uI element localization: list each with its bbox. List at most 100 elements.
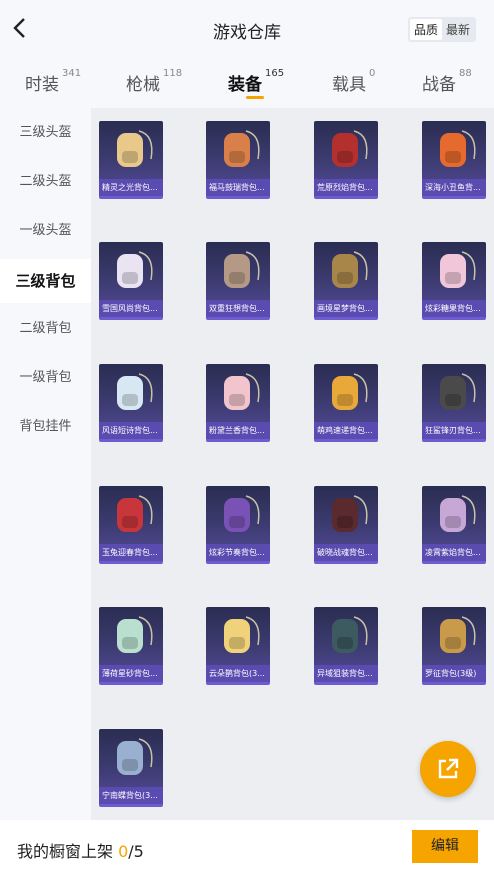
backpack-icon	[332, 251, 368, 288]
item-card-base	[206, 196, 270, 199]
item-thumbnail	[206, 607, 270, 667]
item-name: 狂鲨锋刃背包...	[422, 422, 486, 439]
item-name: 双重狂想背包...	[206, 300, 270, 317]
showcase-count: 我的橱窗上架 0/5	[17, 842, 144, 861]
edit-button[interactable]: 编辑	[412, 830, 478, 863]
item-thumbnail	[314, 242, 378, 302]
tab-guns[interactable]: 枪械118	[126, 68, 182, 95]
item-card-base	[99, 439, 163, 442]
item-name: 炫彩糖果背包...	[422, 300, 486, 317]
item-name: 云朵鹊背包(3...	[206, 665, 270, 682]
item-card[interactable]: 玉兔迎春背包...	[99, 486, 163, 564]
backpack-icon	[117, 738, 153, 775]
item-card-base	[422, 317, 486, 320]
category-tabs: 时装341 枪械118 装备165 载具0 战备88	[0, 58, 494, 108]
item-card[interactable]: 精灵之光背包...	[99, 121, 163, 199]
item-card[interactable]: 破晓战魂背包...	[314, 486, 378, 564]
item-card[interactable]: 粉黛兰香背包...	[206, 364, 270, 442]
item-card[interactable]: 异域狙装背包...	[314, 607, 378, 685]
item-name: 宁南蝶背包(3...	[99, 787, 163, 804]
item-name: 精灵之光背包...	[99, 179, 163, 196]
item-name: 福马鼓瑞背包...	[206, 179, 270, 196]
backpack-icon	[440, 616, 476, 653]
item-card[interactable]: 狂鲨锋刃背包...	[422, 364, 486, 442]
item-card[interactable]: 凌霄紫焰背包...	[422, 486, 486, 564]
backpack-icon	[117, 495, 153, 532]
sidebar-item-backpack-3[interactable]: 三级背包	[0, 259, 91, 303]
item-card[interactable]: 炫彩节奏背包...	[206, 486, 270, 564]
item-name: 风语短诗背包...	[99, 422, 163, 439]
sort-newest-button[interactable]: 最新	[442, 19, 474, 40]
backpack-icon	[440, 373, 476, 410]
item-thumbnail	[314, 121, 378, 181]
share-external-icon	[438, 758, 459, 779]
backpack-icon	[117, 616, 153, 653]
item-card-base	[314, 196, 378, 199]
sort-toggle: 品质 最新	[407, 17, 476, 42]
item-card-base	[422, 682, 486, 685]
backpack-icon	[224, 130, 260, 167]
item-card[interactable]: 雪国风尚背包...	[99, 242, 163, 320]
backpack-icon	[224, 616, 260, 653]
item-card[interactable]: 画境星梦背包...	[314, 242, 378, 320]
item-card-base	[206, 561, 270, 564]
item-card-base	[314, 317, 378, 320]
tab-equipment[interactable]: 装备165	[228, 68, 284, 95]
item-card[interactable]: 福马鼓瑞背包...	[206, 121, 270, 199]
item-card-base	[99, 561, 163, 564]
backpack-icon	[224, 495, 260, 532]
tab-fashion[interactable]: 时装341	[25, 68, 81, 95]
item-thumbnail	[99, 242, 163, 302]
item-thumbnail	[99, 364, 163, 424]
item-thumbnail	[99, 121, 163, 181]
tab-supplies[interactable]: 战备88	[422, 68, 472, 95]
backpack-icon	[440, 251, 476, 288]
item-card[interactable]: 罗征背包(3级)	[422, 607, 486, 685]
item-card[interactable]: 薄荷星砂背包...	[99, 607, 163, 685]
item-card[interactable]: 萌鸡速递背包...	[314, 364, 378, 442]
item-name: 凌霄紫焰背包...	[422, 544, 486, 561]
header: 游戏仓库 品质 最新	[0, 0, 494, 58]
item-card-base	[99, 682, 163, 685]
backpack-icon	[332, 495, 368, 532]
tab-vehicles[interactable]: 载具0	[332, 68, 375, 95]
item-name: 玉兔迎春背包...	[99, 544, 163, 561]
item-thumbnail	[206, 121, 270, 181]
item-card-base	[99, 317, 163, 320]
item-card[interactable]: 云朵鹊背包(3...	[206, 607, 270, 685]
item-thumbnail	[422, 121, 486, 181]
item-card[interactable]: 双重狂想背包...	[206, 242, 270, 320]
sidebar-item-helmet-2[interactable]: 二级头盔	[0, 160, 91, 204]
item-card[interactable]: 风语短诗背包...	[99, 364, 163, 442]
active-tab-indicator	[246, 96, 264, 99]
item-thumbnail	[422, 364, 486, 424]
sidebar-item-backpack-pendant[interactable]: 背包挂件	[0, 405, 91, 449]
sidebar-item-helmet-3[interactable]: 三级头盔	[0, 111, 91, 155]
backpack-icon	[224, 251, 260, 288]
item-thumbnail	[99, 486, 163, 546]
item-card[interactable]: 深海小丑鱼背...	[422, 121, 486, 199]
item-thumbnail	[314, 607, 378, 667]
sidebar: 三级头盔 二级头盔 一级头盔 三级背包 二级背包 一级背包 背包挂件	[0, 108, 91, 820]
item-name: 粉黛兰香背包...	[206, 422, 270, 439]
sidebar-item-backpack-1[interactable]: 一级背包	[0, 356, 91, 400]
sort-quality-button[interactable]: 品质	[409, 19, 442, 40]
footer-bar: 我的橱窗上架 0/5 编辑	[0, 820, 494, 875]
share-button[interactable]	[420, 741, 476, 797]
item-thumbnail	[206, 364, 270, 424]
item-name: 异域狙装背包...	[314, 665, 378, 682]
sidebar-item-backpack-2[interactable]: 二级背包	[0, 307, 91, 351]
backpack-icon	[332, 616, 368, 653]
item-card-base	[314, 561, 378, 564]
item-thumbnail	[99, 607, 163, 667]
item-thumbnail	[314, 364, 378, 424]
item-name: 画境星梦背包...	[314, 300, 378, 317]
item-card[interactable]: 炫彩糖果背包...	[422, 242, 486, 320]
item-card[interactable]: 宁南蝶背包(3...	[99, 729, 163, 807]
item-card-base	[206, 682, 270, 685]
item-name: 深海小丑鱼背...	[422, 179, 486, 196]
sidebar-item-helmet-1[interactable]: 一级头盔	[0, 209, 91, 253]
item-card[interactable]: 荒原烈焰背包...	[314, 121, 378, 199]
item-thumbnail	[422, 242, 486, 302]
item-name: 萌鸡速递背包...	[314, 422, 378, 439]
